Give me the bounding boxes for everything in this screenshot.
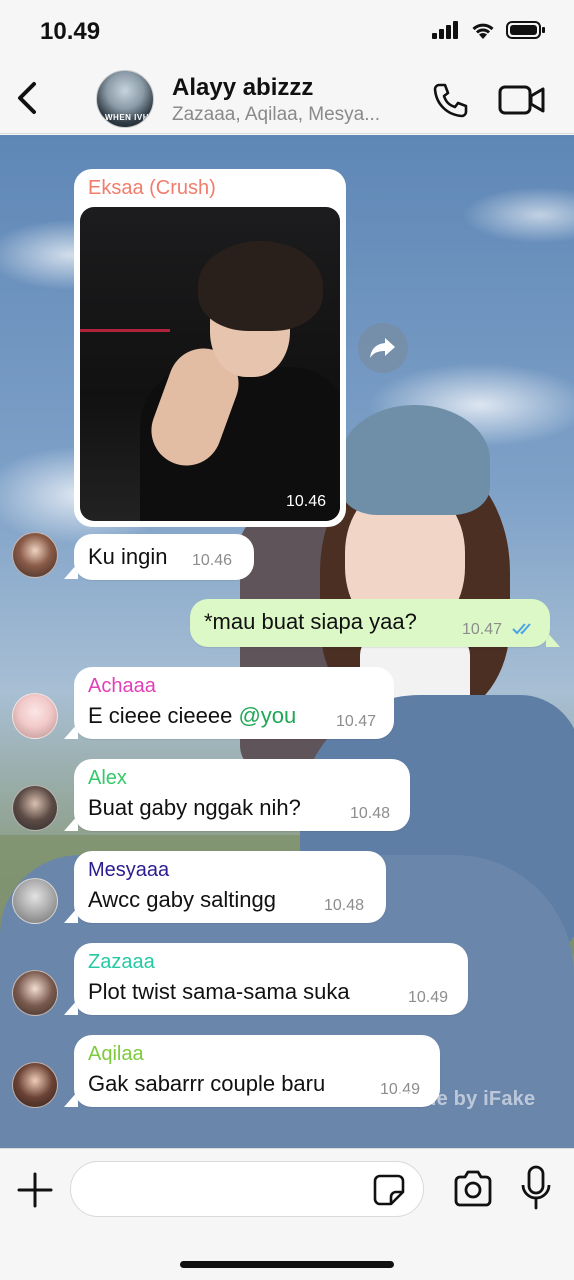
photo-detail <box>80 329 170 332</box>
video-camera-icon[interactable] <box>498 82 546 118</box>
sticker-icon[interactable] <box>372 1173 406 1207</box>
message-bubble[interactable]: Mesyaaa Awcc gaby saltingg 10.48 <box>74 851 386 923</box>
avatar[interactable] <box>12 693 58 739</box>
forward-arrow-icon <box>370 338 395 358</box>
sender-name: Zazaaa <box>88 951 155 973</box>
message-text: Plot twist sama-sama suka <box>88 979 350 1004</box>
message-time: 10.47 <box>462 621 503 638</box>
message-bubble[interactable]: Ku ingin 10.46 <box>74 534 254 580</box>
message-bubble[interactable]: Aqilaa Gak sabarrr couple baru 10.49 <box>74 1035 440 1107</box>
sender-name: Alex <box>88 767 127 789</box>
message-text: Ku ingin <box>88 544 168 569</box>
status-bar: 10.49 <box>0 0 574 62</box>
avatar[interactable] <box>12 532 58 578</box>
message-input[interactable] <box>70 1161 424 1217</box>
message-text-body: E cieee cieeee <box>88 703 239 728</box>
message-text: Gak sabarrr couple baru <box>88 1071 326 1096</box>
message-photo[interactable]: 10.46 <box>80 207 340 521</box>
avatar[interactable] <box>12 970 58 1016</box>
signal-icon <box>432 21 458 39</box>
read-ticks-icon <box>512 623 531 635</box>
message-text: *mau buat siapa yaa? <box>204 609 417 634</box>
forward-button[interactable] <box>358 323 408 373</box>
message-text: E cieee cieeee @you <box>88 703 296 729</box>
message-list: Eksaa (Crush) 10.46 Ku ingin 10.46 *mau … <box>0 135 574 1148</box>
avatar-tag: WHEN IVH <box>105 113 149 122</box>
sender-name: Eksaa (Crush) <box>88 177 216 199</box>
home-indicator[interactable] <box>180 1261 394 1268</box>
message-time: 10.46 <box>285 493 326 510</box>
mention-link[interactable]: @you <box>238 703 296 728</box>
phone-icon[interactable] <box>430 80 470 120</box>
plus-icon[interactable] <box>16 1171 54 1209</box>
sender-name: Aqilaa <box>88 1043 144 1065</box>
message-time: 10.48 <box>350 805 391 822</box>
group-title[interactable]: Alayy abizzz <box>172 74 313 102</box>
watermark: Made by iFake <box>396 1088 536 1110</box>
message-text: Buat gaby nggak nih? <box>88 795 301 820</box>
image-message[interactable]: Eksaa (Crush) 10.46 <box>74 169 346 527</box>
message-bubble[interactable]: Alex Buat gaby nggak nih? 10.48 <box>74 759 410 831</box>
sender-name: Achaaa <box>88 675 156 697</box>
message-bubble[interactable]: Zazaaa Plot twist sama-sama suka 10.49 <box>74 943 468 1015</box>
group-avatar[interactable]: WHEN IVH <box>96 70 154 128</box>
wifi-icon <box>472 23 494 39</box>
group-members[interactable]: Zazaaa, Aqilaa, Mesya... <box>172 104 412 126</box>
avatar[interactable] <box>12 785 58 831</box>
avatar[interactable] <box>12 1062 58 1108</box>
status-icons <box>432 20 546 40</box>
avatar[interactable] <box>12 878 58 924</box>
message-time: 10.46 <box>192 552 233 569</box>
battery-icon <box>506 21 545 39</box>
status-time: 10.49 <box>40 18 101 45</box>
message-time: 10.49 <box>408 989 449 1006</box>
photo-detail <box>198 241 323 331</box>
sender-name: Mesyaaa <box>88 859 170 881</box>
camera-icon[interactable] <box>452 1169 494 1209</box>
message-text: Awcc gaby saltingg <box>88 887 276 912</box>
input-bar <box>0 1148 574 1280</box>
chat-header: WHEN IVH Alayy abizzz Zazaaa, Aqilaa, Me… <box>0 62 574 134</box>
message-time: 10.48 <box>324 897 365 914</box>
chevron-left-icon[interactable] <box>10 78 46 118</box>
message-time: 10.47 <box>336 713 377 730</box>
message-bubble-outgoing[interactable]: *mau buat siapa yaa? 10.47 <box>190 599 550 647</box>
message-bubble[interactable]: Achaaa E cieee cieeee @you 10.47 <box>74 667 394 739</box>
microphone-icon[interactable] <box>518 1165 554 1211</box>
